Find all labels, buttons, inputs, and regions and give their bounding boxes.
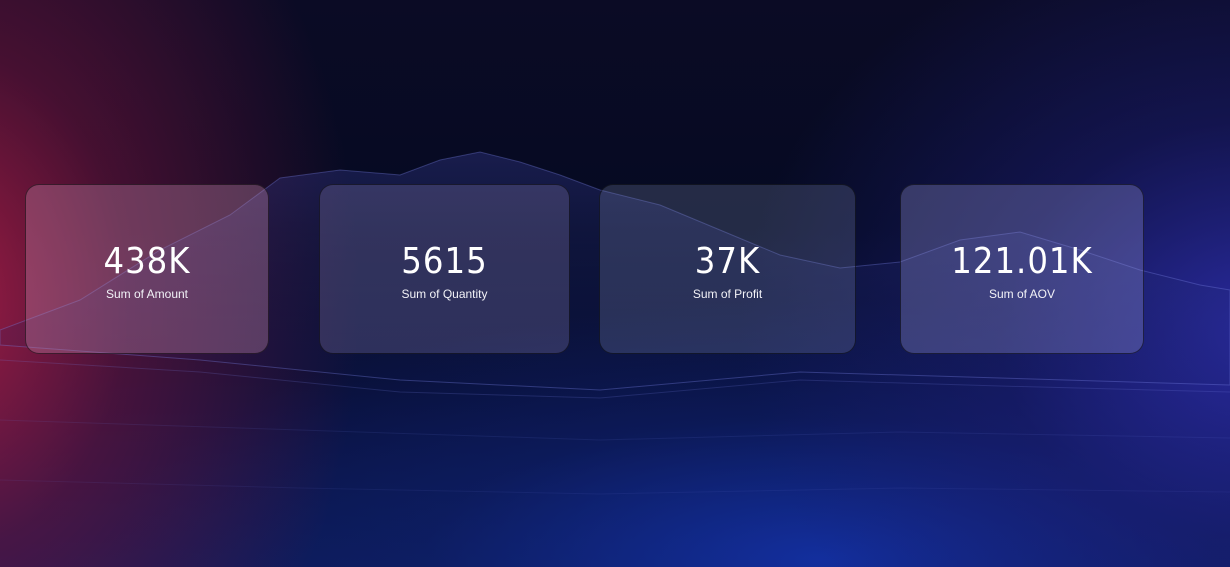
kpi-card-quantity[interactable]: 5615 Sum of Quantity bbox=[319, 184, 570, 354]
kpi-value-quantity: 5615 bbox=[401, 241, 488, 282]
kpi-value-profit: 37K bbox=[694, 241, 761, 282]
kpi-card-aov[interactable]: 121.01K Sum of AOV bbox=[900, 184, 1144, 354]
kpi-label-aov: Sum of AOV bbox=[988, 287, 1056, 301]
kpi-value-aov: 121.01K bbox=[951, 241, 1093, 282]
kpi-card-row: 438K Sum of Amount 5615 Sum of Quantity … bbox=[0, 0, 1230, 567]
kpi-value-amount: 438K bbox=[103, 241, 191, 282]
kpi-label-profit: Sum of Profit bbox=[692, 287, 763, 301]
kpi-label-quantity: Sum of Quantity bbox=[401, 287, 488, 301]
kpi-label-amount: Sum of Amount bbox=[105, 287, 189, 301]
kpi-card-amount[interactable]: 438K Sum of Amount bbox=[25, 184, 269, 354]
kpi-card-profit[interactable]: 37K Sum of Profit bbox=[599, 184, 856, 354]
